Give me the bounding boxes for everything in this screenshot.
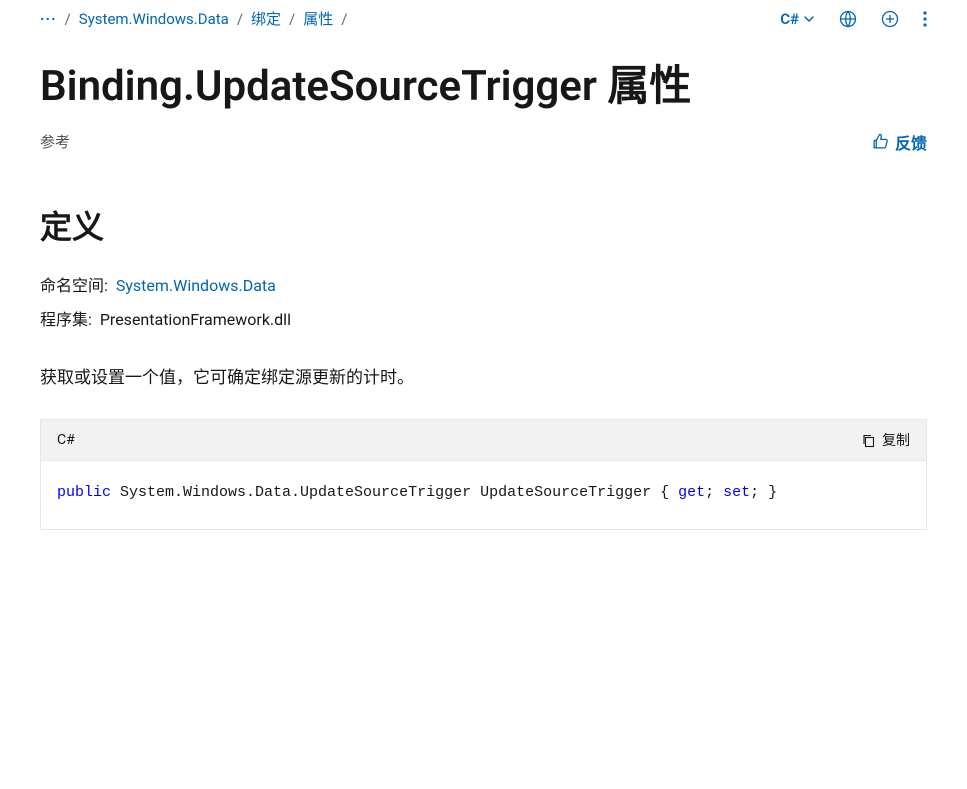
globe-button[interactable]: [839, 10, 857, 28]
breadcrumb-separator: /: [65, 10, 71, 28]
namespace-row: 命名空间: System.Windows.Data: [40, 272, 927, 296]
namespace-label: 命名空间:: [40, 276, 108, 295]
code-keyword: public: [57, 484, 111, 501]
language-selector[interactable]: C#: [780, 10, 815, 28]
section-definition-heading: 定义: [40, 202, 927, 248]
more-vertical-icon: [923, 10, 927, 28]
breadcrumb-link-section[interactable]: 属性: [303, 8, 333, 29]
code-text: System.Windows.Data.UpdateSourceTrigger …: [111, 484, 678, 501]
feedback-label: 反馈: [895, 130, 927, 154]
code-language-label: C#: [57, 432, 75, 448]
copy-icon: [861, 433, 876, 448]
property-description: 获取或设置一个值，它可确定绑定源更新的计时。: [40, 366, 927, 392]
assembly-value: PresentationFramework.dll: [100, 310, 291, 329]
page-title: Binding.UpdateSourceTrigger 属性: [40, 61, 927, 114]
chevron-down-icon: [803, 13, 815, 25]
breadcrumb-link-class[interactable]: 绑定: [251, 8, 281, 29]
globe-icon: [839, 10, 857, 28]
copy-button[interactable]: 复制: [861, 430, 910, 450]
thumbs-up-icon: [872, 133, 889, 150]
breadcrumb-separator: /: [289, 10, 295, 28]
copy-label: 复制: [882, 430, 910, 450]
code-text: ;: [705, 484, 723, 501]
breadcrumb: ··· / System.Windows.Data / 绑定 / 属性 /: [40, 8, 347, 29]
assembly-row: 程序集: PresentationFramework.dll: [40, 306, 927, 330]
breadcrumb-ellipsis[interactable]: ···: [40, 10, 57, 28]
code-text: ; }: [750, 484, 777, 501]
code-keyword: get: [678, 484, 705, 501]
breadcrumb-link-namespace[interactable]: System.Windows.Data: [79, 10, 229, 28]
plus-circle-icon: [881, 10, 899, 28]
language-label: C#: [780, 10, 799, 28]
assembly-label: 程序集:: [40, 310, 92, 329]
reference-label: 参考: [40, 131, 70, 152]
namespace-link[interactable]: System.Windows.Data: [116, 276, 276, 295]
add-button[interactable]: [881, 10, 899, 28]
breadcrumb-separator: /: [341, 10, 347, 28]
code-keyword: set: [723, 484, 750, 501]
breadcrumb-separator: /: [237, 10, 243, 28]
more-button[interactable]: [923, 10, 927, 28]
code-block: C# 复制 public System.Windows.Data.UpdateS…: [40, 419, 927, 530]
feedback-button[interactable]: 反馈: [872, 130, 927, 154]
code-body: public System.Windows.Data.UpdateSourceT…: [41, 461, 926, 529]
